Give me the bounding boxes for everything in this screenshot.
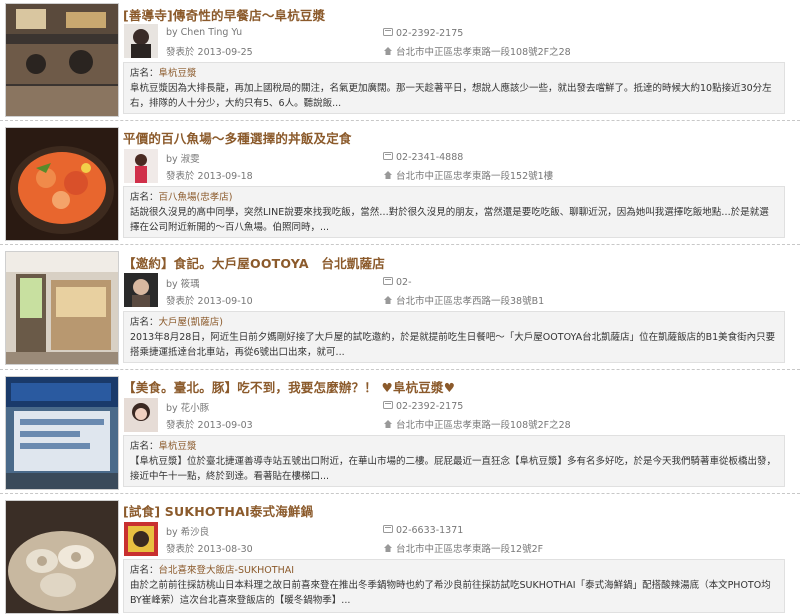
post-author[interactable]: by 筱瑀 xyxy=(166,276,200,290)
shop-name-link[interactable]: 百八魚場(忠孝店) xyxy=(159,192,233,203)
post-excerpt: 由於之前前往採訪桃山日本料理之故日前喜來登在推出冬季鍋物時也約了希沙良前往採訪試… xyxy=(130,580,771,606)
post-author[interactable]: by 淑雯 xyxy=(166,151,200,165)
post-excerpt: 【阜杭豆漿】位於臺北捷運善導寺站五號出口附近，在華山市場的二樓。屁屁最近一直狂念… xyxy=(130,456,777,482)
location-icon xyxy=(384,296,392,304)
post-excerpt: 阜杭豆漿因為大排長龍，再加上國稅局的關注，名氣更加廣闊。那一天趁著平日，想說人應… xyxy=(130,83,772,109)
address-text: 台北市中正區忠孝東路一段152號1樓 xyxy=(396,171,554,182)
phone-icon xyxy=(383,28,393,36)
phone-number: 02-6633-1371 xyxy=(396,525,464,536)
post-date: 發表於 2013-09-03 xyxy=(166,420,253,431)
location-icon xyxy=(384,544,392,552)
post-author[interactable]: by 希沙良 xyxy=(166,524,209,538)
post-date: 發表於 2013-09-18 xyxy=(166,171,253,182)
excerpt-box: 店名：百八魚場(忠孝店) 話說很久沒見的高中同學，突然LINE說要來找我吃飯，當… xyxy=(123,186,785,238)
post-date: 發表於 2013-09-10 xyxy=(166,296,253,307)
divider xyxy=(0,120,800,121)
post-address: 台北市中正區忠孝東路一段152號1樓 xyxy=(383,168,553,182)
address-text: 台北市中正區忠孝東路一段108號2F之28 xyxy=(396,420,571,431)
post-title[interactable]: [試食] SUKHOTHAI泰式海鮮鍋 xyxy=(123,501,313,520)
post-address: 台北市中正區忠孝東路一段12號2F xyxy=(383,541,543,555)
post-thumbnail[interactable] xyxy=(5,251,119,365)
phone-number: 02-2392-2175 xyxy=(396,28,464,39)
post-date: 發表於 2013-08-30 xyxy=(166,544,253,555)
excerpt-box: 店名：阜杭豆漿 【阜杭豆漿】位於臺北捷運善導寺站五號出口附近，在華山市場的二樓。… xyxy=(123,435,785,487)
post-address: 台北市中正區忠孝東路一段108號2F之28 xyxy=(383,44,571,58)
shop-name-link[interactable]: 阜杭豆漿 xyxy=(159,68,197,79)
location-icon xyxy=(384,47,392,55)
shop-label: 店名： xyxy=(130,317,159,328)
post-date: 發表於 2013-09-25 xyxy=(166,47,253,58)
address-text: 台北市中正區忠孝東路一段12號2F xyxy=(396,544,544,555)
post-title[interactable]: [善導寺]傳奇性的早餐店～阜杭豆漿 xyxy=(123,5,325,24)
divider xyxy=(0,493,800,494)
post-phone: 02-2341-4888 xyxy=(383,151,463,163)
post-address: 台北市中正區忠孝東路一段108號2F之28 xyxy=(383,417,571,431)
phone-number: 02- xyxy=(396,277,412,288)
post-thumbnail[interactable] xyxy=(5,376,119,490)
post-phone: 02-2392-2175 xyxy=(383,27,463,39)
avatar[interactable] xyxy=(124,273,158,307)
post-phone: 02-2392-2175 xyxy=(383,400,463,412)
post-author[interactable]: by 花小豚 xyxy=(166,400,209,414)
shop-label: 店名： xyxy=(130,565,159,576)
avatar[interactable] xyxy=(124,149,158,183)
post-phone: 02-6633-1371 xyxy=(383,524,463,536)
phone-icon xyxy=(383,277,393,285)
avatar[interactable] xyxy=(124,24,158,58)
phone-icon xyxy=(383,152,393,160)
shop-label: 店名： xyxy=(130,192,159,203)
post-address: 台北市中正區忠孝西路一段38號B1 xyxy=(383,293,544,307)
address-text: 台北市中正區忠孝東路一段108號2F之28 xyxy=(396,47,571,58)
shop-name-link[interactable]: 大戶屋(凱薩店) xyxy=(159,317,223,328)
post-title[interactable]: 平價的百八魚場～多種選擇的丼飯及定食 xyxy=(123,128,352,147)
divider xyxy=(0,244,800,245)
excerpt-box: 店名：台北喜來登大飯店-SUKHOTHAI 由於之前前往採訪桃山日本料理之故日前… xyxy=(123,559,785,613)
phone-icon xyxy=(383,525,393,533)
shop-label: 店名： xyxy=(130,68,159,79)
post-title[interactable]: 【邀約】食記。大戶屋OOTOYA 台北凱薩店 xyxy=(123,253,385,272)
post-thumbnail[interactable] xyxy=(5,127,119,241)
post-thumbnail[interactable] xyxy=(5,500,119,614)
avatar[interactable] xyxy=(124,398,158,432)
address-text: 台北市中正區忠孝西路一段38號B1 xyxy=(396,296,545,307)
post-thumbnail[interactable] xyxy=(5,3,119,117)
phone-number: 02-2341-4888 xyxy=(396,152,464,163)
divider xyxy=(0,369,800,370)
shop-label: 店名： xyxy=(130,441,159,452)
post-excerpt: 2013年8月28日，阿近生日前夕媽剛好接了大戶屋的試吃邀約，於是就提前吃生日餐… xyxy=(130,332,776,358)
excerpt-box: 店名：大戶屋(凱薩店) 2013年8月28日，阿近生日前夕媽剛好接了大戶屋的試吃… xyxy=(123,311,785,363)
shop-name-link[interactable]: 台北喜來登大飯店-SUKHOTHAI xyxy=(159,565,295,576)
phone-number: 02-2392-2175 xyxy=(396,401,464,412)
post-author[interactable]: by Chen Ting Yu xyxy=(166,27,242,38)
shop-name-link[interactable]: 阜杭豆漿 xyxy=(159,441,197,452)
phone-icon xyxy=(383,401,393,409)
post-phone: 02- xyxy=(383,276,412,288)
post-excerpt: 話說很久沒見的高中同學，突然LINE說要來找我吃飯，當然…對於很久沒見的朋友，當… xyxy=(130,207,769,233)
location-icon xyxy=(384,420,392,428)
location-icon xyxy=(384,171,392,179)
avatar[interactable] xyxy=(124,522,158,556)
excerpt-box: 店名：阜杭豆漿 阜杭豆漿因為大排長龍，再加上國稅局的關注，名氣更加廣闊。那一天趁… xyxy=(123,62,785,114)
post-title[interactable]: 【美食。臺北。豚】吃不到，我要怎麼辦？！ ♥阜杭豆漿♥ xyxy=(123,377,455,396)
